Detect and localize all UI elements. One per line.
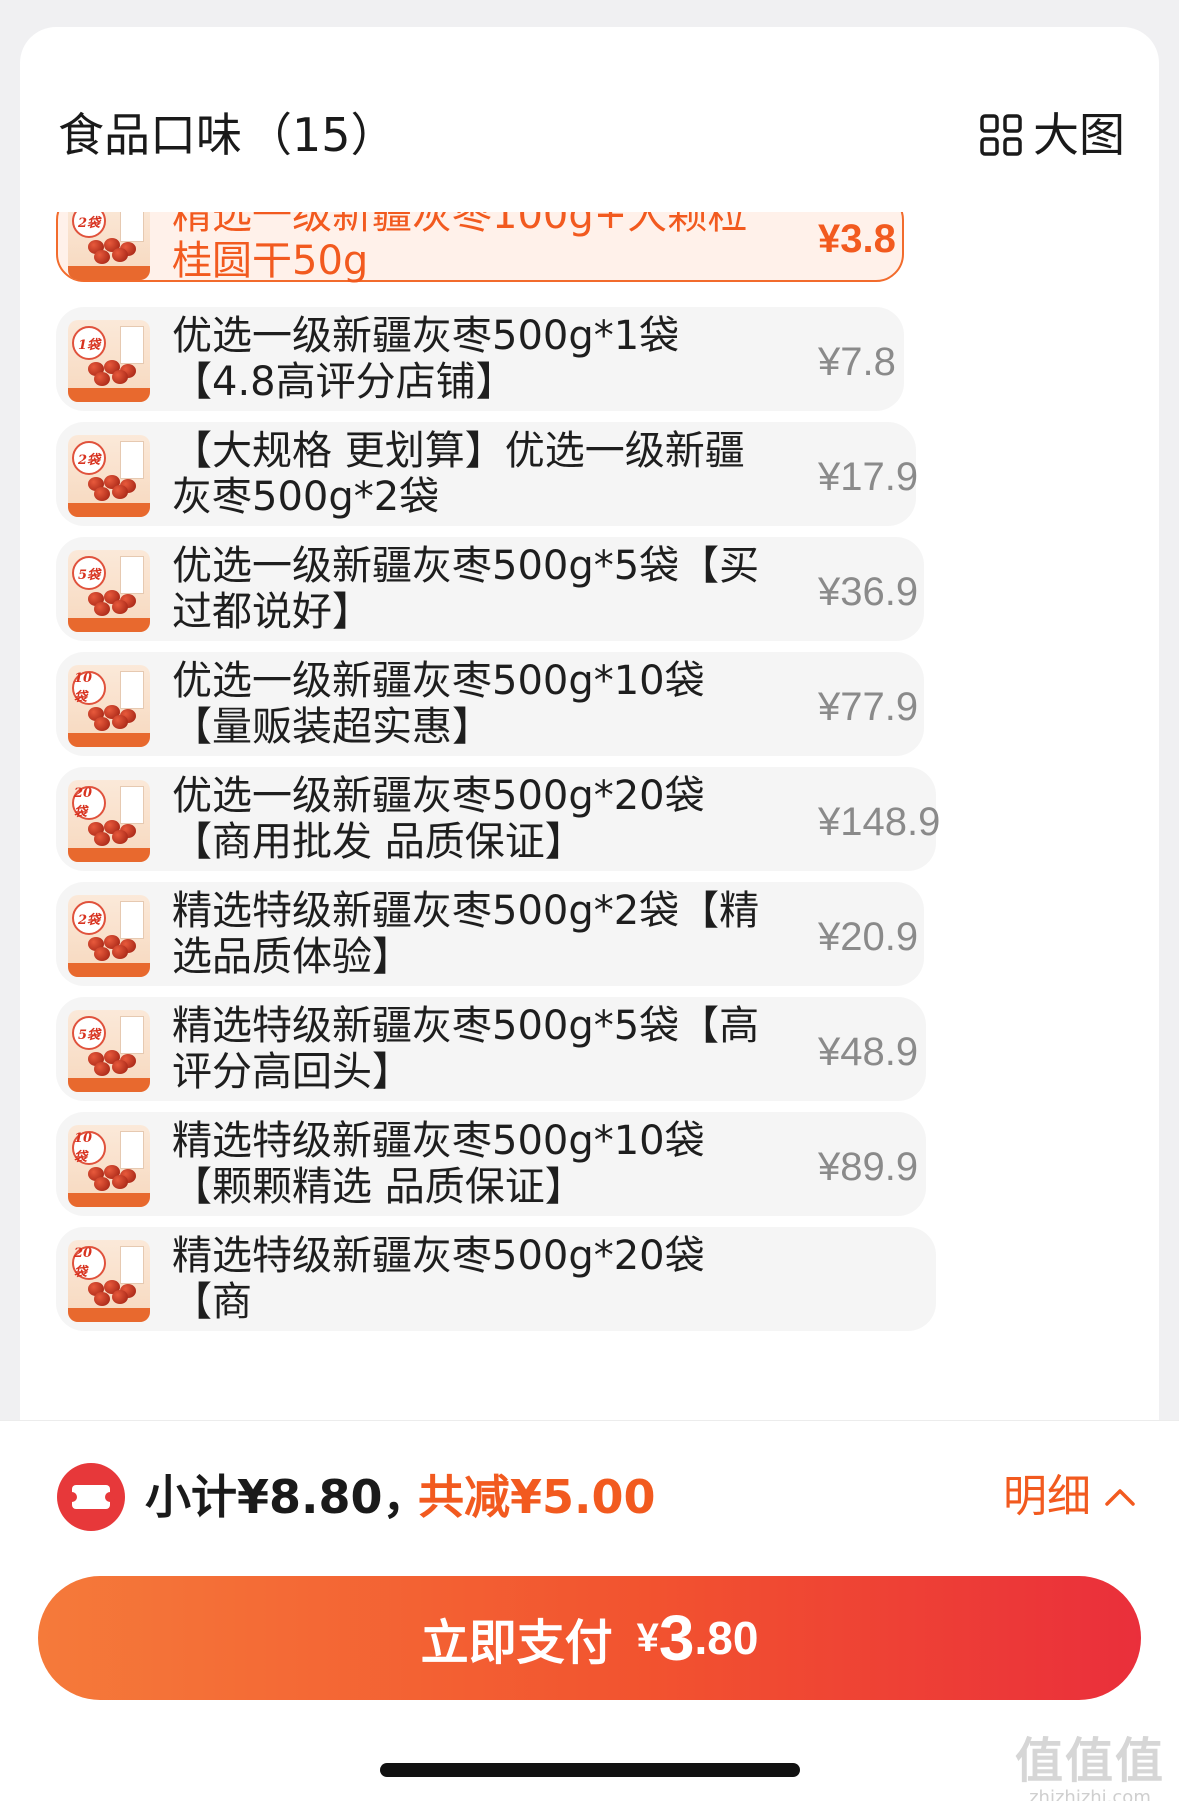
flavor-option-price: ¥36.9	[818, 570, 919, 614]
detail-toggle[interactable]: 明细	[1003, 1467, 1137, 1527]
flavor-option[interactable]: 10袋 精选特级新疆灰枣500g*10袋【颗颗精选 品质保证】 ¥89.9	[56, 1112, 926, 1216]
product-thumbnail: 5袋	[68, 550, 150, 632]
flavor-option[interactable]: 1袋 优选一级新疆灰枣500g*1袋【4.8高评分店铺】 ¥7.8	[56, 307, 904, 411]
pay-now-label: 立即支付	[420, 1617, 613, 1670]
discount-text: 共减¥5.00	[418, 1470, 656, 1524]
watermark-url: zhizhizhi.com	[1029, 1787, 1151, 1801]
product-thumbnail: 2袋	[68, 895, 150, 977]
quantity-badge: 10袋	[72, 1131, 106, 1165]
quantity-badge: 2袋	[72, 441, 106, 475]
flavor-option-price: ¥20.9	[818, 915, 919, 959]
flavor-option-name: 精选特级新疆灰枣500g*10袋【颗颗精选 品质保证】	[172, 1118, 705, 1210]
flavor-option[interactable]: 2袋 精选特级新疆灰枣500g*2袋【精选品质体验】 ¥20.9	[56, 882, 924, 986]
flavor-option[interactable]: 2袋 【大规格 更划算】优选一级新疆灰枣500g*2袋 ¥17.9	[56, 422, 919, 526]
watermark: 值值值 zhizhizhi.com	[1015, 1721, 1165, 1801]
flavor-option-price: ¥7.8	[818, 340, 896, 384]
quantity-badge: 5袋	[72, 556, 106, 590]
flavor-option-name: 优选一级新疆灰枣500g*5袋【买过都说好】	[172, 543, 760, 635]
quantity-badge: 2袋	[72, 901, 106, 935]
quantity-badge: 10袋	[72, 671, 106, 705]
flavor-option-name: 精选特级新疆灰枣500g*5袋【高评分高回头】	[172, 1003, 760, 1095]
flavor-option[interactable]: 2袋 精选一级新疆灰枣100g+大颗粒桂圆干50g ¥3.8	[56, 212, 904, 284]
pay-amount-decimal: .80	[694, 1612, 759, 1664]
pay-now-button[interactable]: 立即支付 ¥ 3 .80	[38, 1576, 1141, 1700]
product-thumbnail: 5袋	[68, 1010, 150, 1092]
big-image-toggle[interactable]: 大图	[979, 107, 1125, 163]
quantity-badge: 20袋	[72, 786, 106, 820]
subtotal-text: 小计¥8.80，	[145, 1470, 429, 1524]
flavor-option-name: 优选一级新疆灰枣500g*20袋【商用批发 品质保证】	[172, 773, 705, 865]
flavor-option-name: 优选一级新疆灰枣500g*10袋【量贩装超实惠】	[172, 658, 705, 750]
product-thumbnail: 10袋	[68, 1125, 150, 1207]
quantity-badge: 5袋	[72, 1016, 106, 1050]
flavor-title-label: 食品口味	[58, 108, 242, 162]
flavor-option-price: ¥89.9	[818, 1145, 919, 1189]
flavor-option[interactable]: 20袋 优选一级新疆灰枣500g*20袋【商用批发 品质保证】 ¥148.9	[56, 767, 940, 871]
chevron-up-icon	[1105, 1489, 1135, 1506]
quantity-badge: 20袋	[72, 1246, 106, 1280]
quantity-badge: 1袋	[72, 326, 106, 360]
flavor-option[interactable]: 20袋 精选特级新疆灰枣500g*20袋【商	[56, 1227, 936, 1331]
flavor-section-title: 食品口味（15）	[58, 107, 397, 163]
product-thumbnail: 2袋	[68, 435, 150, 517]
flavor-option-price: ¥148.9	[818, 800, 941, 844]
flavor-count: （15）	[246, 108, 397, 162]
checkout-footer: 小计¥8.80， 共减¥5.00 明细 立即支付 ¥ 3 .80 值值值 zhi…	[0, 1420, 1179, 1801]
flavor-option-name: 精选一级新疆灰枣100g+大颗粒桂圆干50g	[172, 212, 748, 284]
grid-icon	[980, 114, 1022, 156]
product-thumbnail: 1袋	[68, 320, 150, 402]
flavor-option-price: ¥77.9	[818, 685, 919, 729]
home-indicator	[380, 1763, 800, 1777]
watermark-glyphs: 值值值	[1014, 1733, 1165, 1789]
flavor-option[interactable]: 5袋 优选一级新疆灰枣500g*5袋【买过都说好】 ¥36.9	[56, 537, 924, 641]
pay-amount-integer: 3	[658, 1602, 695, 1674]
detail-label: 明细	[1003, 1471, 1091, 1522]
flavor-option-name: 精选特级新疆灰枣500g*20袋【商	[172, 1233, 705, 1325]
quantity-badge: 2袋	[72, 212, 106, 238]
pay-currency: ¥	[636, 1615, 659, 1660]
sku-picker-header: 食品口味（15） 大图	[20, 27, 1159, 187]
flavor-option-price: ¥48.9	[818, 1030, 919, 1074]
flavor-option[interactable]: 5袋 精选特级新疆灰枣500g*5袋【高评分高回头】 ¥48.9	[56, 997, 926, 1101]
big-image-label: 大图	[1033, 108, 1125, 162]
coupon-icon	[57, 1463, 125, 1531]
product-thumbnail: 20袋	[68, 1240, 150, 1322]
flavor-option-name: 【大规格 更划算】优选一级新疆灰枣500g*2袋	[172, 428, 745, 520]
product-thumbnail: 10袋	[68, 665, 150, 747]
flavor-option-name: 精选特级新疆灰枣500g*2袋【精选品质体验】	[172, 888, 760, 980]
flavor-option-name: 优选一级新疆灰枣500g*1袋【4.8高评分店铺】	[172, 313, 680, 405]
product-thumbnail: 20袋	[68, 780, 150, 862]
flavor-option-price: ¥17.9	[818, 455, 919, 499]
flavor-option[interactable]: 10袋 优选一级新疆灰枣500g*10袋【量贩装超实惠】 ¥77.9	[56, 652, 924, 756]
flavor-option-price: ¥3.8	[818, 217, 896, 261]
product-thumbnail: 2袋	[68, 212, 150, 280]
flavor-option-list[interactable]: 2袋 精选一级新疆灰枣100g+大颗粒桂圆干50g ¥3.8 1袋 优选一级新疆灰枣50…	[56, 212, 1136, 1447]
